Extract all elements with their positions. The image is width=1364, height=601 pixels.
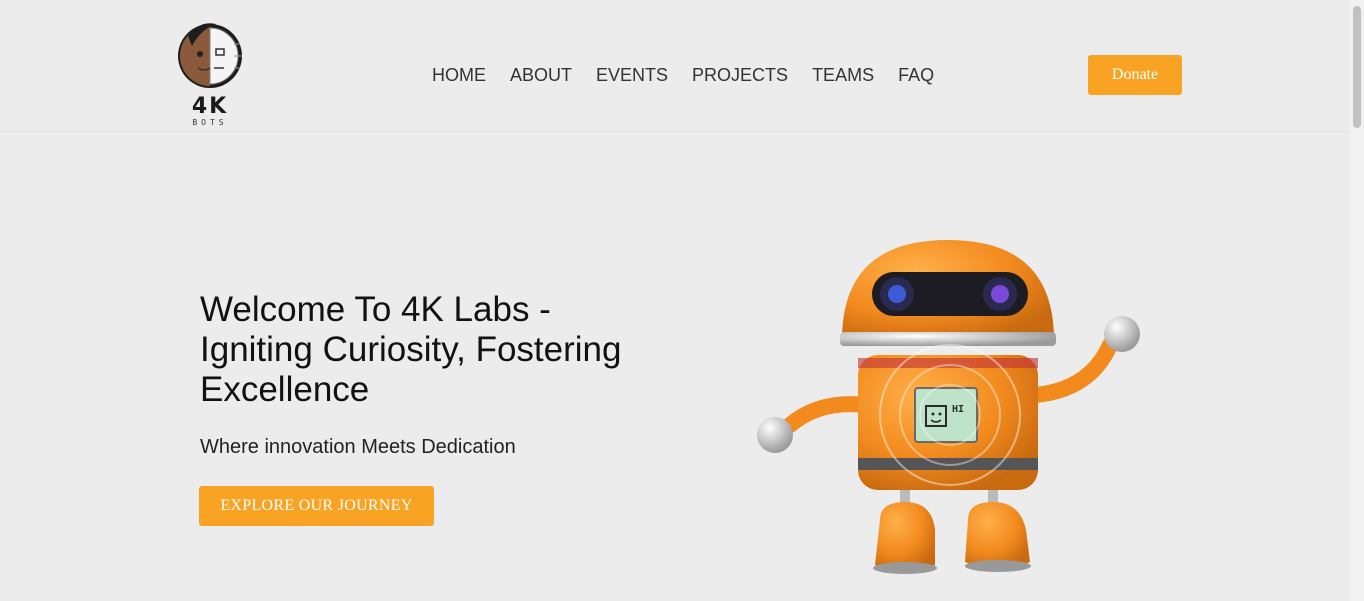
- scrollbar[interactable]: [1350, 0, 1364, 601]
- logo-subtext: BOTS: [192, 118, 228, 127]
- hero-title-line3: Excellence: [200, 370, 370, 409]
- nav-projects[interactable]: PROJECTS: [692, 64, 788, 86]
- logo[interactable]: 4K BOTS: [170, 16, 250, 128]
- donate-button[interactable]: Donate: [1088, 55, 1182, 95]
- nav-about[interactable]: ABOUT: [510, 64, 572, 86]
- site-header: 4K BOTS HOME ABOUT EVENTS PROJECTS TEAMS…: [0, 0, 1350, 132]
- hero-title-line2: Igniting Curiosity, Fostering: [200, 330, 622, 369]
- nav-teams[interactable]: TEAMS: [812, 64, 874, 86]
- nav-home[interactable]: HOME: [432, 64, 486, 86]
- robot-screen-hi: HI: [952, 404, 964, 415]
- nav-events[interactable]: EVENTS: [596, 64, 668, 86]
- robot-illustration: HI: [757, 240, 1140, 574]
- hero-title: Welcome To 4K Labs - Igniting Curiosity,…: [200, 290, 680, 410]
- logo-face-icon: [178, 23, 242, 88]
- nav-faq[interactable]: FAQ: [898, 64, 934, 86]
- main-nav: HOME ABOUT EVENTS PROJECTS TEAMS FAQ: [432, 64, 934, 86]
- hero-subtitle: Where innovation Meets Dedication: [200, 436, 516, 458]
- hero-title-line1: Welcome To 4K Labs -: [200, 290, 551, 329]
- scrollbar-thumb[interactable]: [1353, 6, 1361, 128]
- logo-text: 4K: [191, 94, 229, 119]
- explore-journey-button[interactable]: EXPLORE OUR JOURNEY: [199, 486, 434, 526]
